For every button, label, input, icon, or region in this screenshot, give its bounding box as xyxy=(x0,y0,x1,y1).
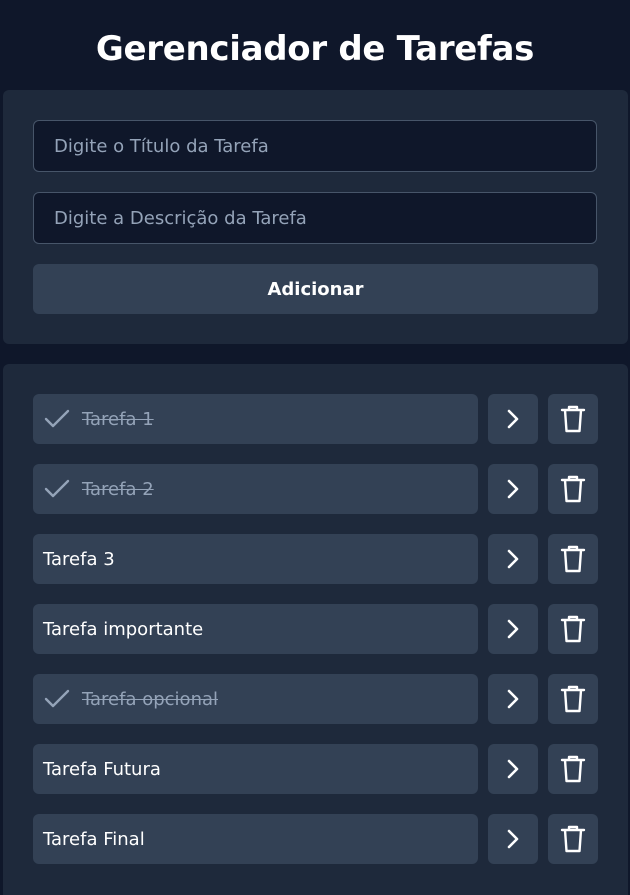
trash-icon xyxy=(560,474,586,504)
chevron-right-icon xyxy=(506,548,520,570)
task-row: Tarefa 3 xyxy=(33,534,598,584)
task-label: Tarefa importante xyxy=(43,618,204,640)
open-task-button[interactable] xyxy=(488,464,538,514)
check-icon xyxy=(44,477,72,501)
trash-icon xyxy=(560,614,586,644)
task-list: Tarefa 1 Tarefa 2 Tarefa 3 Tarefa import… xyxy=(3,364,628,895)
task-row: Tarefa importante xyxy=(33,604,598,654)
delete-task-button[interactable] xyxy=(548,534,598,584)
task-label: Tarefa Final xyxy=(43,828,145,850)
task-label: Tarefa 3 xyxy=(43,548,115,570)
task-item[interactable]: Tarefa Futura xyxy=(33,744,478,794)
task-label: Tarefa 1 xyxy=(82,408,154,430)
delete-task-button[interactable] xyxy=(548,394,598,444)
task-item[interactable]: Tarefa 2 xyxy=(33,464,478,514)
task-description-input[interactable] xyxy=(33,192,597,244)
delete-task-button[interactable] xyxy=(548,464,598,514)
trash-icon xyxy=(560,684,586,714)
task-label: Tarefa Futura xyxy=(43,758,161,780)
check-icon xyxy=(44,407,72,431)
task-item[interactable]: Tarefa importante xyxy=(33,604,478,654)
open-task-button[interactable] xyxy=(488,394,538,444)
task-item[interactable]: Tarefa 1 xyxy=(33,394,478,444)
task-title-input[interactable] xyxy=(33,120,597,172)
trash-icon xyxy=(560,544,586,574)
delete-task-button[interactable] xyxy=(548,744,598,794)
task-row: Tarefa 2 xyxy=(33,464,598,514)
task-row: Tarefa 1 xyxy=(33,394,598,444)
task-manager-page: Gerenciador de Tarefas Adicionar Tarefa … xyxy=(0,0,630,895)
chevron-right-icon xyxy=(506,688,520,710)
task-label: Tarefa 2 xyxy=(82,478,154,500)
chevron-right-icon xyxy=(506,478,520,500)
task-item[interactable]: Tarefa 3 xyxy=(33,534,478,584)
task-row: Tarefa Final xyxy=(33,814,598,864)
trash-icon xyxy=(560,754,586,784)
open-task-button[interactable] xyxy=(488,814,538,864)
chevron-right-icon xyxy=(506,618,520,640)
chevron-right-icon xyxy=(506,828,520,850)
open-task-button[interactable] xyxy=(488,604,538,654)
delete-task-button[interactable] xyxy=(548,604,598,654)
trash-icon xyxy=(560,824,586,854)
add-task-button[interactable]: Adicionar xyxy=(33,264,598,314)
open-task-button[interactable] xyxy=(488,674,538,724)
open-task-button[interactable] xyxy=(488,534,538,584)
chevron-right-icon xyxy=(506,758,520,780)
delete-task-button[interactable] xyxy=(548,814,598,864)
page-title: Gerenciador de Tarefas xyxy=(95,29,535,69)
task-row: Tarefa opcional xyxy=(33,674,598,724)
chevron-right-icon xyxy=(506,408,520,430)
trash-icon xyxy=(560,404,586,434)
task-label: Tarefa opcional xyxy=(82,688,219,710)
check-icon xyxy=(44,687,72,711)
task-row: Tarefa Futura xyxy=(33,744,598,794)
task-item[interactable]: Tarefa opcional xyxy=(33,674,478,724)
open-task-button[interactable] xyxy=(488,744,538,794)
task-item[interactable]: Tarefa Final xyxy=(33,814,478,864)
task-form: Adicionar xyxy=(3,90,628,344)
delete-task-button[interactable] xyxy=(548,674,598,724)
